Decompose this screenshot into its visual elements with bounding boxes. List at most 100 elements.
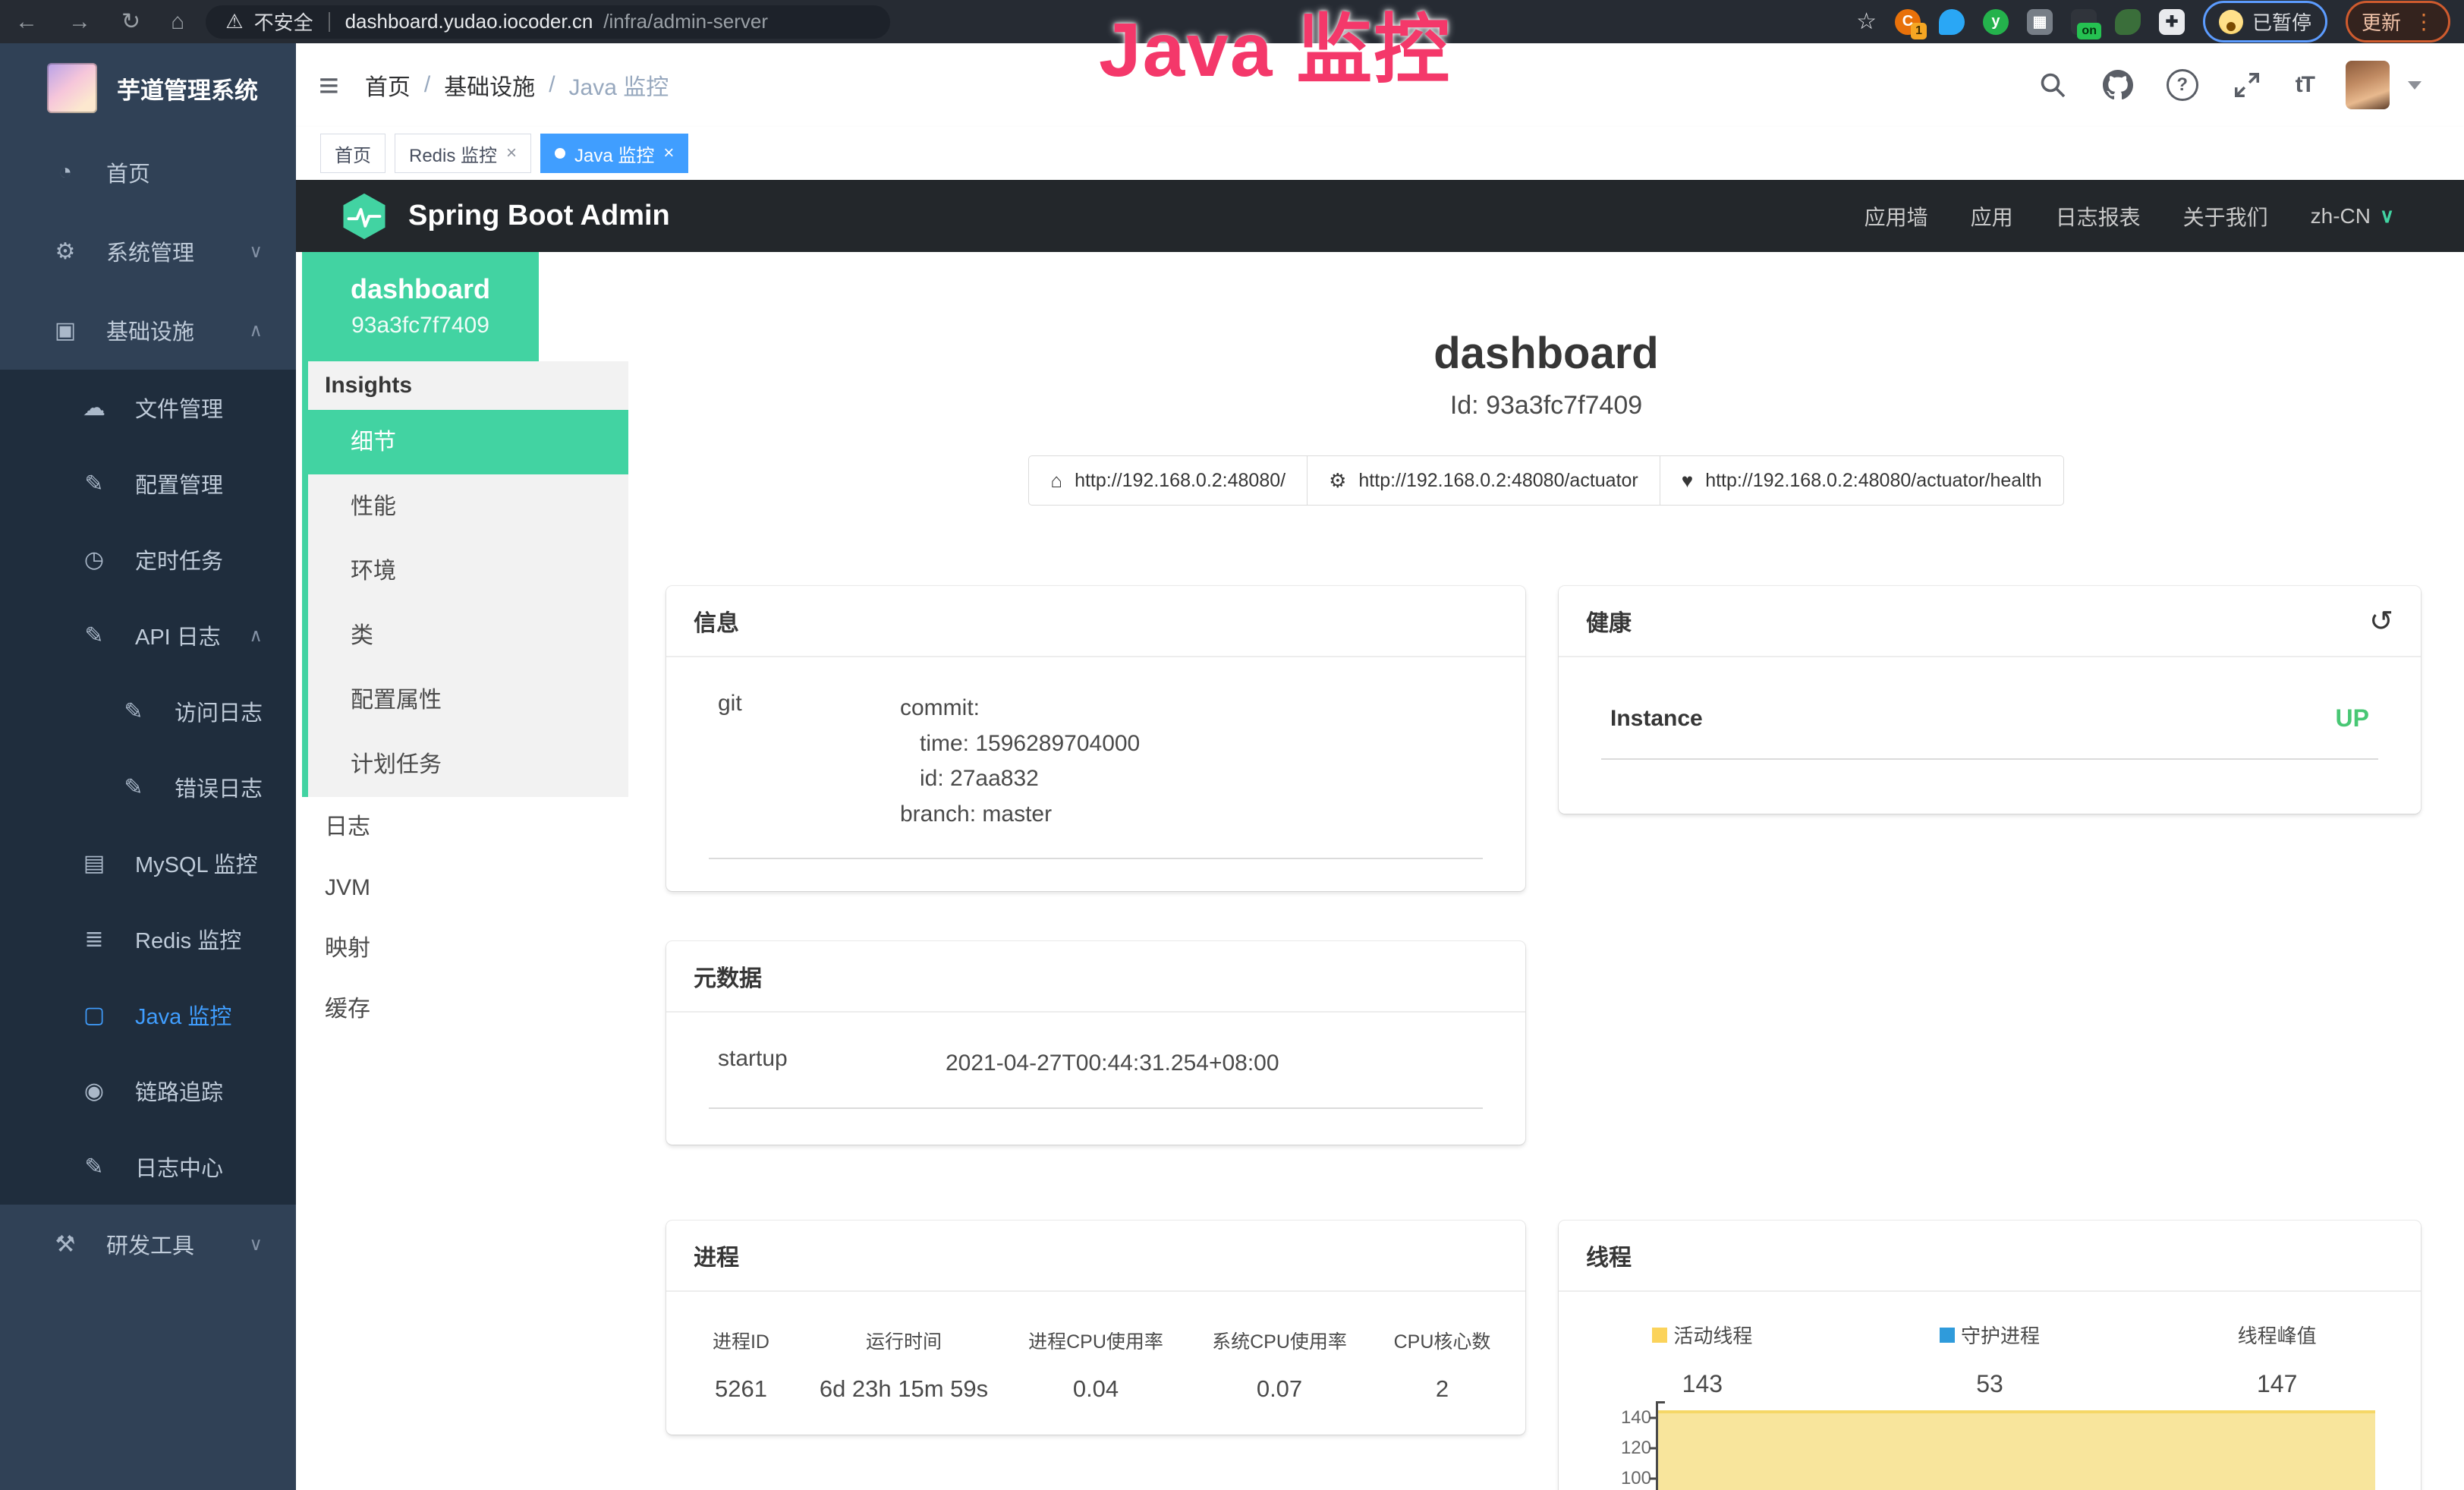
sidebar-item-infrastructure[interactable]: ▣ 基础设施 ∧ bbox=[0, 291, 296, 370]
back-icon[interactable]: ← bbox=[15, 9, 38, 35]
chevron-up-icon: ∧ bbox=[249, 320, 263, 342]
security-warning-icon: ⚠ bbox=[225, 10, 243, 33]
actuator-url-button[interactable]: ⚙ http://192.168.0.2:48080/actuator bbox=[1307, 455, 1660, 506]
instance-title: dashboard bbox=[628, 328, 2464, 379]
extension-icon-y[interactable]: y bbox=[1983, 9, 2009, 35]
database-icon: ▤ bbox=[79, 850, 109, 877]
address-bar[interactable]: ⚠ 不安全 dashboard.yudao.iocoder.cn/infra/a… bbox=[206, 5, 890, 39]
health-url-button[interactable]: ♥ http://192.168.0.2:48080/actuator/heal… bbox=[1660, 455, 2064, 506]
sidebar-item-config-manage[interactable]: ✎ 配置管理 bbox=[0, 446, 296, 521]
sidebar-item-scheduled-tasks[interactable]: ◷ 定时任务 bbox=[0, 521, 296, 597]
stack-icon: ≣ bbox=[79, 926, 109, 953]
sba-nav-about[interactable]: 关于我们 bbox=[2183, 201, 2268, 232]
github-icon[interactable] bbox=[2101, 68, 2135, 102]
hamburger-icon[interactable]: ≡ bbox=[319, 65, 339, 106]
sidebar-item-api-log[interactable]: ✎ API 日志 ∧ bbox=[0, 597, 296, 673]
service-url-button[interactable]: ⌂ http://192.168.0.2:48080/ bbox=[1028, 455, 1308, 506]
sba-menu-metrics[interactable]: 性能 bbox=[308, 474, 628, 539]
tag-home[interactable]: 首页 bbox=[320, 134, 385, 173]
sba-main: dashboard Id: 93a3fc7f7409 ⌂ http://192.… bbox=[628, 252, 2464, 1490]
process-card-header: 进程 bbox=[666, 1221, 1525, 1292]
edit-icon: ✎ bbox=[79, 471, 109, 497]
navbar-actions: ? tT bbox=[2036, 61, 2464, 109]
sba-menu-config-props[interactable]: 配置属性 bbox=[308, 668, 628, 732]
infrastructure-submenu: ☁ 文件管理 ✎ 配置管理 ◷ 定时任务 ✎ API 日志 ∧ ✎ 访问日志 ✎ bbox=[0, 370, 296, 1205]
git-label: git bbox=[709, 691, 900, 832]
sidebar-item-dev-tools[interactable]: ⚒ 研发工具 ∨ bbox=[0, 1205, 296, 1284]
chevron-down-icon: ∨ bbox=[2380, 204, 2394, 228]
access-log-icon: ✎ bbox=[118, 698, 149, 725]
process-col-cores: CPU核心数 2 bbox=[1371, 1327, 1513, 1403]
search-icon[interactable] bbox=[2036, 68, 2069, 102]
info-card: 信息 git commit: time: 1596289704000 id: 2… bbox=[666, 586, 1525, 891]
update-label: 更新 bbox=[2362, 8, 2401, 36]
close-icon[interactable]: × bbox=[663, 143, 674, 164]
breadcrumb-home[interactable]: 首页 bbox=[365, 68, 411, 102]
extension-icon-leaf[interactable] bbox=[2115, 9, 2141, 35]
sba-menu-scheduled[interactable]: 计划任务 bbox=[308, 732, 628, 797]
error-log-icon: ✎ bbox=[118, 774, 149, 801]
extension-icon-orange[interactable]: C1 bbox=[1895, 9, 1921, 35]
sidebar-item-redis-monitor[interactable]: ≣ Redis 监控 bbox=[0, 901, 296, 977]
threads-area-chart: 140 120 100 bbox=[1603, 1400, 2378, 1490]
sidebar-item-system[interactable]: ⚙ 系统管理 ∨ bbox=[0, 212, 296, 291]
close-icon[interactable]: × bbox=[506, 143, 517, 164]
sidebar-item-error-log[interactable]: ✎ 错误日志 bbox=[0, 749, 296, 825]
sba-language-select[interactable]: zh-CN ∨ bbox=[2311, 204, 2394, 228]
help-icon[interactable]: ? bbox=[2167, 69, 2198, 101]
tag-redis-monitor[interactable]: Redis 监控 × bbox=[395, 134, 531, 173]
sba-menu-caches[interactable]: 缓存 bbox=[302, 979, 628, 1040]
sidebar-item-mysql-monitor[interactable]: ▤ MySQL 监控 bbox=[0, 825, 296, 901]
user-avatar[interactable] bbox=[2346, 61, 2390, 109]
sba-menu-logs[interactable]: 日志 bbox=[302, 797, 628, 858]
sba-menu-details[interactable]: 细节 bbox=[308, 410, 628, 474]
sba-menu-jvm[interactable]: JVM bbox=[302, 858, 628, 918]
health-card-body: Instance UP bbox=[1559, 657, 2421, 760]
avatar-caret-icon[interactable] bbox=[2408, 81, 2422, 90]
sba-nav-applications[interactable]: 应用 bbox=[1971, 201, 2013, 232]
reload-icon[interactable]: ↻ bbox=[121, 8, 140, 35]
instance-health-row[interactable]: Instance UP bbox=[1601, 657, 2378, 732]
sba-brand[interactable]: Spring Boot Admin bbox=[340, 192, 670, 241]
url-path[interactable]: /infra/admin-server bbox=[603, 10, 768, 33]
app-sidebar: 芋道管理系统 ◔ 首页 ⚙ 系统管理 ∨ ▣ 基础设施 ∧ ☁ 文件管理 ✎ 配… bbox=[0, 43, 296, 1490]
update-browser-button[interactable]: 更新 ⋮ bbox=[2346, 1, 2450, 43]
sidebar-item-log-center[interactable]: ✎ 日志中心 bbox=[0, 1129, 296, 1205]
profile-paused-chip[interactable]: 已暂停 bbox=[2203, 1, 2327, 43]
sidebar-item-java-monitor[interactable]: ▢ Java 监控 bbox=[0, 977, 296, 1053]
browser-menu-icon[interactable]: ⋮ bbox=[2413, 9, 2434, 34]
sba-menu-mappings[interactable]: 映射 bbox=[302, 918, 628, 979]
app-logo-row: 芋道管理系统 bbox=[0, 43, 296, 133]
process-col-uptime: 运行时间 6d 23h 15m 59s bbox=[804, 1327, 1004, 1403]
breadcrumb-infra[interactable]: 基础设施 bbox=[444, 68, 535, 102]
bookmark-star-icon[interactable]: ☆ bbox=[1856, 8, 1877, 35]
sidebar-item-trace[interactable]: ◉ 链路追踪 bbox=[0, 1053, 296, 1129]
tools-icon: ⚒ bbox=[50, 1231, 80, 1258]
history-icon[interactable]: ↺ bbox=[2369, 604, 2393, 638]
home-icon[interactable]: ⌂ bbox=[171, 9, 184, 35]
security-label[interactable]: 不安全 bbox=[254, 8, 313, 36]
forward-icon[interactable]: → bbox=[68, 9, 91, 35]
chevron-down-icon: ∨ bbox=[249, 241, 263, 263]
fullscreen-icon[interactable] bbox=[2230, 68, 2264, 102]
sidebar-item-home[interactable]: ◔ 首页 bbox=[0, 133, 296, 212]
font-size-icon[interactable]: tT bbox=[2296, 72, 2314, 98]
sba-menu-classes[interactable]: 类 bbox=[308, 603, 628, 668]
extension-icon-grid[interactable]: ▦ bbox=[2027, 9, 2053, 35]
live-threads-area-fill bbox=[1658, 1410, 2375, 1490]
tag-java-monitor[interactable]: Java 监控 × bbox=[540, 134, 688, 173]
sba-header: Spring Boot Admin 应用墙 应用 日志报表 关于我们 zh-CN… bbox=[296, 180, 2464, 252]
sba-instance-box[interactable]: dashboard 93a3fc7f7409 bbox=[302, 252, 539, 361]
y-tick-120: 120 bbox=[1612, 1438, 1651, 1459]
sba-nav-wallboard[interactable]: 应用墙 bbox=[1865, 201, 1928, 232]
extension-icon-on[interactable]: on bbox=[2071, 9, 2097, 35]
extensions-puzzle-icon[interactable]: ✚ bbox=[2159, 9, 2185, 35]
url-host[interactable]: dashboard.yudao.iocoder.cn bbox=[345, 10, 593, 33]
app-menu: ◔ 首页 ⚙ 系统管理 ∨ ▣ 基础设施 ∧ ☁ 文件管理 ✎ 配置管理 ◷ 定… bbox=[0, 133, 296, 1284]
sba-nav-journal[interactable]: 日志报表 bbox=[2056, 201, 2141, 232]
sidebar-item-file-manage[interactable]: ☁ 文件管理 bbox=[0, 370, 296, 446]
sidebar-item-access-log[interactable]: ✎ 访问日志 bbox=[0, 673, 296, 749]
process-card-body: 进程ID 5261 运行时间 6d 23h 15m 59s 进程CPU使用率 0… bbox=[666, 1292, 1525, 1403]
sba-menu-environment[interactable]: 环境 bbox=[308, 539, 628, 603]
extension-icon-pin[interactable] bbox=[1939, 9, 1965, 35]
